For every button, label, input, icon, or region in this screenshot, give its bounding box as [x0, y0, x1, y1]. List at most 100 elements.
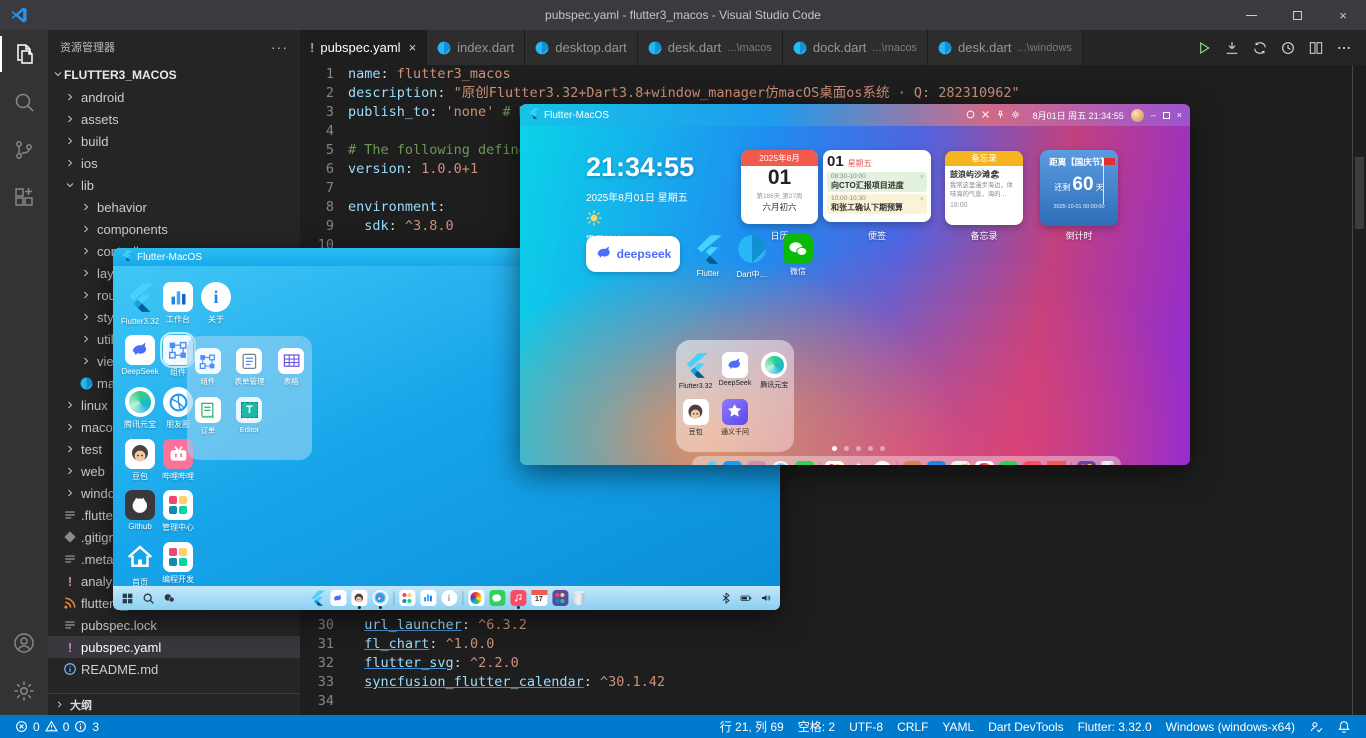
status-item-4[interactable]: YAML [935, 720, 981, 734]
flutter-macos-window-desktop[interactable]: Flutter-MacOS 8月01日 周五 21:34:55 – × 21:3… [520, 104, 1190, 465]
code-line-33[interactable]: 33 syncfusion_flutter_calendar: ^30.1.42 [300, 673, 1352, 692]
search-icon[interactable] [142, 592, 155, 605]
tree-item-android[interactable]: android [48, 86, 300, 108]
status-item-6[interactable]: Flutter: 3.32.0 [1071, 720, 1159, 734]
code-line-34[interactable]: 34 [300, 692, 1352, 711]
group-app-DeepSeek[interactable]: DeepSeek [719, 352, 751, 390]
chart-icon[interactable] [419, 590, 436, 606]
grid-icon[interactable] [398, 590, 415, 606]
desktop-icon-编程开发[interactable]: 编程开发 [159, 542, 197, 585]
trash-icon[interactable] [572, 590, 585, 606]
sync-icon[interactable] [1248, 36, 1272, 60]
chat-icon[interactable] [163, 592, 176, 605]
sticky-event[interactable]: 08:30-10:00 × 向CTO汇报项目进度 [827, 172, 927, 192]
dock-maps-icon[interactable] [951, 460, 970, 465]
wingrad-desktop[interactable]: 21:34:55 2025年8月01日 星期五 雾霾转晴 37℃ 2025年8月… [520, 126, 1190, 465]
problems-indicator[interactable]: 003 [8, 720, 106, 734]
tree-item-pubspec.lock[interactable]: pubspec.lock [48, 614, 300, 636]
status-item-5[interactable]: Dart DevTools [981, 720, 1070, 734]
activitybar-settings[interactable] [0, 667, 48, 715]
page-dot-4[interactable] [868, 446, 873, 451]
status-item-3[interactable]: CRLF [890, 720, 935, 734]
gear-icon[interactable] [1011, 110, 1020, 121]
tab-dock.dart[interactable]: dock.dart ...\macos [782, 30, 929, 65]
desktop-icon-腾讯元宝[interactable]: 腾讯元宝 [121, 387, 159, 430]
tree-item-README.md[interactable]: README.md [48, 658, 300, 680]
activitybar-accounts[interactable] [0, 619, 48, 667]
dock-safari-icon[interactable] [771, 460, 790, 465]
desktop-icon-Github[interactable]: Github [121, 490, 159, 531]
cal-icon[interactable]: 17 [530, 590, 547, 606]
popup-app-表单管理[interactable]: 表单管理 [234, 348, 264, 387]
winblue-maximize[interactable] [1162, 111, 1170, 119]
tree-item-build[interactable]: build [48, 130, 300, 152]
code-line-2[interactable]: 2 description: "原创Flutter3.32+Dart3.8+win… [300, 84, 1352, 103]
deepseek-icon[interactable] [329, 590, 346, 606]
split-icon[interactable] [1304, 36, 1328, 60]
winblue-close[interactable]: × [1177, 110, 1182, 120]
tab-desk.dart[interactable]: desk.dart ...\macos [637, 30, 783, 65]
delete-event-icon[interactable]: × [920, 174, 924, 181]
winblue-minimize[interactable]: – [1151, 110, 1156, 120]
dock-appstore-icon[interactable]: A [723, 460, 742, 465]
code-line-1[interactable]: 1 name: flutter3_macos [300, 65, 1352, 84]
infow-icon[interactable]: i [440, 590, 457, 606]
dock-cal-icon[interactable]: 17 [1047, 460, 1066, 465]
avatar[interactable] [1130, 108, 1144, 122]
status-item-1[interactable]: 空格: 2 [791, 718, 842, 735]
tools-icon[interactable] [981, 110, 990, 121]
status-item-7[interactable]: Windows (windows-x64) [1159, 720, 1302, 734]
music-icon[interactable] [509, 590, 526, 609]
desktop-app-Dart中…[interactable]: Dart中… [732, 234, 772, 280]
tree-item-ios[interactable]: ios [48, 152, 300, 174]
page-dot-3[interactable] [856, 446, 861, 451]
status-item-0[interactable]: 行 21, 列 69 [713, 718, 791, 735]
close-button[interactable]: × [1320, 0, 1366, 30]
download-icon[interactable] [1220, 36, 1244, 60]
popup-app-表格[interactable]: 表格 [278, 348, 305, 387]
code-line-31[interactable]: 31 fl_chart: ^1.0.0 [300, 635, 1352, 654]
desktop-app-微信[interactable]: 微信 [778, 234, 818, 277]
popup-app-组件[interactable]: 组件 [194, 348, 221, 387]
sticky-notes-widget[interactable]: 01 星期五 08:30-10:00 × 向CTO汇报项目进度 10:00-10:30… [823, 150, 931, 222]
dock-messages-icon[interactable] [795, 460, 814, 465]
tree-item-behavior[interactable]: behavior [48, 196, 300, 218]
calendar-widget[interactable]: 2025年8月 01 第186天 第27周 六月初六 [741, 150, 818, 224]
code-line-30[interactable]: 30 url_launcher: ^6.3.2 [300, 616, 1352, 635]
desktop-icon-豆包[interactable]: 豆包 [121, 439, 159, 482]
dock-music-icon[interactable] [1023, 460, 1042, 465]
battery-icon[interactable] [740, 592, 752, 604]
status-item-2[interactable]: UTF-8 [842, 720, 890, 734]
activitybar-search[interactable] [0, 78, 48, 126]
activitybar-extensions[interactable] [0, 174, 48, 222]
more-icon[interactable] [1332, 36, 1356, 60]
launchpad-icon[interactable] [551, 590, 568, 606]
group-app-通义千问[interactable]: 通义千问 [721, 399, 749, 437]
bluetooth-icon[interactable] [720, 592, 732, 604]
popup-app-Editor[interactable]: T Editor [236, 397, 263, 436]
dock-infow-icon[interactable]: i [873, 460, 892, 465]
messages-icon[interactable] [488, 590, 505, 606]
flutter-icon[interactable] [309, 590, 325, 606]
tree-item-pubspec.yaml[interactable]: ! pubspec.yaml [48, 636, 300, 658]
desktop-app-Flutter[interactable]: Flutter [688, 234, 728, 278]
editor-scrollbar[interactable] [1352, 65, 1366, 715]
dock-home-icon[interactable] [849, 461, 868, 465]
pin-icon[interactable] [996, 110, 1005, 121]
dock-facetime-icon[interactable] [999, 460, 1018, 465]
wingrad-status-icons[interactable] [966, 110, 1026, 121]
start-icon[interactable] [121, 592, 134, 605]
delete-event-icon[interactable]: × [920, 196, 924, 203]
desktop-icon-管理中心[interactable]: 管理中心 [159, 490, 197, 533]
deepseek-shortcut[interactable]: deepseek [586, 236, 680, 272]
activitybar-explorer[interactable] [0, 30, 48, 78]
dock-trash-icon[interactable] [1101, 461, 1115, 465]
tree-item-assets[interactable]: assets [48, 108, 300, 130]
desktop-icon-首页[interactable]: 首页 [121, 542, 159, 588]
desktop-icon-Flutter3.32[interactable]: Flutter3.32 [121, 282, 159, 326]
close-tab-icon[interactable]: × [409, 40, 417, 55]
page-dots[interactable] [832, 446, 885, 451]
volume-icon[interactable] [760, 592, 772, 604]
badge-icon[interactable] [966, 110, 975, 121]
app-group-panel[interactable]: Flutter3.32 DeepSeek 腾讯元宝 豆包 通义千问 [676, 340, 794, 452]
